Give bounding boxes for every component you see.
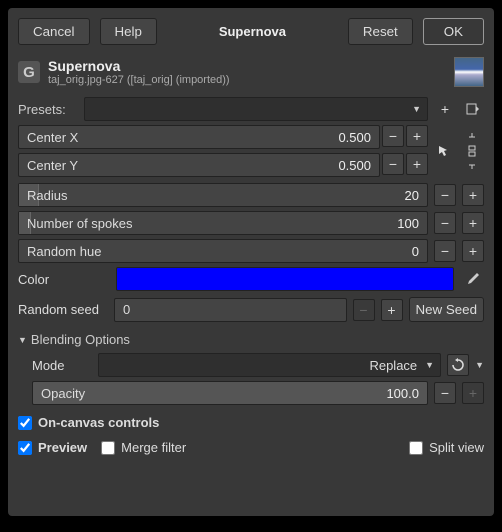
mode-reset-button[interactable] bbox=[447, 354, 469, 376]
opacity-label: Opacity bbox=[41, 386, 85, 401]
split-view-checkbox[interactable] bbox=[409, 441, 423, 455]
radius-value: 20 bbox=[405, 188, 419, 203]
image-thumbnail bbox=[454, 57, 484, 87]
center-fields: Center X 0.500 − + Center Y 0.500 − + bbox=[18, 125, 484, 177]
center-x-minus-button[interactable]: − bbox=[382, 125, 404, 147]
center-y-minus-button[interactable]: − bbox=[382, 153, 404, 175]
presets-row: Presets: ▼ + bbox=[18, 97, 484, 121]
color-swatch[interactable] bbox=[116, 267, 454, 291]
radius-input[interactable]: Radius 20 bbox=[18, 183, 428, 207]
center-y-value: 0.500 bbox=[338, 158, 371, 173]
new-seed-button[interactable]: New Seed bbox=[409, 297, 485, 322]
center-x-label: Center X bbox=[27, 130, 78, 145]
reset-button[interactable]: Reset bbox=[348, 18, 413, 45]
random-seed-input[interactable]: 0 bbox=[114, 298, 347, 322]
mode-label: Mode bbox=[32, 358, 92, 373]
mode-combo[interactable]: Replace ▼ bbox=[98, 353, 441, 377]
presets-label: Presets: bbox=[18, 102, 78, 117]
add-preset-button[interactable]: + bbox=[434, 98, 456, 120]
blending-title: Blending Options bbox=[31, 332, 130, 347]
radius-minus-button[interactable]: − bbox=[434, 184, 456, 206]
random-hue-value: 0 bbox=[412, 244, 419, 259]
pick-point-button[interactable] bbox=[433, 140, 455, 162]
preview-label: Preview bbox=[38, 440, 87, 455]
collapse-icon: ▼ bbox=[18, 335, 27, 345]
spokes-input[interactable]: Number of spokes 100 bbox=[18, 211, 428, 235]
manage-presets-button[interactable] bbox=[462, 98, 484, 120]
spokes-plus-button[interactable]: + bbox=[462, 212, 484, 234]
mode-value: Replace bbox=[369, 358, 417, 373]
color-label: Color bbox=[18, 272, 108, 287]
opacity-input[interactable]: Opacity 100.0 bbox=[32, 381, 428, 405]
center-x-plus-button[interactable]: + bbox=[406, 125, 428, 147]
dialog-title: Supernova bbox=[167, 24, 338, 39]
help-button[interactable]: Help bbox=[100, 18, 157, 45]
preview-checkbox[interactable] bbox=[18, 441, 32, 455]
opacity-minus-button[interactable]: − bbox=[434, 382, 456, 404]
spokes-minus-button[interactable]: − bbox=[434, 212, 456, 234]
center-y-label: Center Y bbox=[27, 158, 78, 173]
center-y-plus-button[interactable]: + bbox=[406, 153, 428, 175]
random-seed-value: 0 bbox=[123, 302, 130, 317]
cancel-button[interactable]: Cancel bbox=[18, 18, 90, 45]
split-view-label: Split view bbox=[429, 440, 484, 455]
gimp-logo-icon: G bbox=[18, 61, 40, 83]
merge-filter-label: Merge filter bbox=[121, 440, 186, 455]
color-picker-button[interactable] bbox=[462, 268, 484, 290]
center-x-value: 0.500 bbox=[338, 130, 371, 145]
merge-filter-checkbox[interactable] bbox=[101, 441, 115, 455]
chevron-down-icon: ▼ bbox=[425, 360, 434, 370]
on-canvas-checkbox[interactable] bbox=[18, 416, 32, 430]
link-axes-button[interactable] bbox=[461, 126, 483, 176]
spokes-value: 100 bbox=[397, 216, 419, 231]
ok-button[interactable]: OK bbox=[423, 18, 484, 45]
seed-minus-button[interactable]: − bbox=[353, 299, 375, 321]
header: G Supernova taj_orig.jpg-627 ([taj_orig]… bbox=[18, 57, 484, 87]
seed-plus-button[interactable]: + bbox=[381, 299, 403, 321]
spokes-label: Number of spokes bbox=[27, 216, 133, 231]
filter-dialog: Cancel Help Supernova Reset OK G Superno… bbox=[8, 8, 494, 516]
random-seed-label: Random seed bbox=[18, 302, 108, 317]
opacity-value: 100.0 bbox=[386, 386, 419, 401]
presets-combo[interactable]: ▼ bbox=[84, 97, 428, 121]
radius-label: Radius bbox=[27, 188, 67, 203]
dialog-buttons: Cancel Help Supernova Reset OK bbox=[18, 18, 484, 45]
chevron-down-icon: ▼ bbox=[412, 104, 421, 114]
random-hue-plus-button[interactable]: + bbox=[462, 240, 484, 262]
random-hue-label: Random hue bbox=[27, 244, 101, 259]
random-hue-minus-button[interactable]: − bbox=[434, 240, 456, 262]
opacity-plus-button[interactable]: + bbox=[462, 382, 484, 404]
image-name: taj_orig.jpg-627 ([taj_orig] (imported)) bbox=[48, 74, 446, 86]
radius-plus-button[interactable]: + bbox=[462, 184, 484, 206]
filter-name: Supernova bbox=[48, 58, 446, 74]
on-canvas-label: On-canvas controls bbox=[38, 415, 159, 430]
center-y-input[interactable]: Center Y 0.500 bbox=[18, 153, 380, 177]
random-hue-input[interactable]: Random hue 0 bbox=[18, 239, 428, 263]
chevron-down-icon: ▼ bbox=[475, 360, 484, 370]
center-x-input[interactable]: Center X 0.500 bbox=[18, 125, 380, 149]
blending-header[interactable]: ▼ Blending Options bbox=[18, 332, 484, 347]
